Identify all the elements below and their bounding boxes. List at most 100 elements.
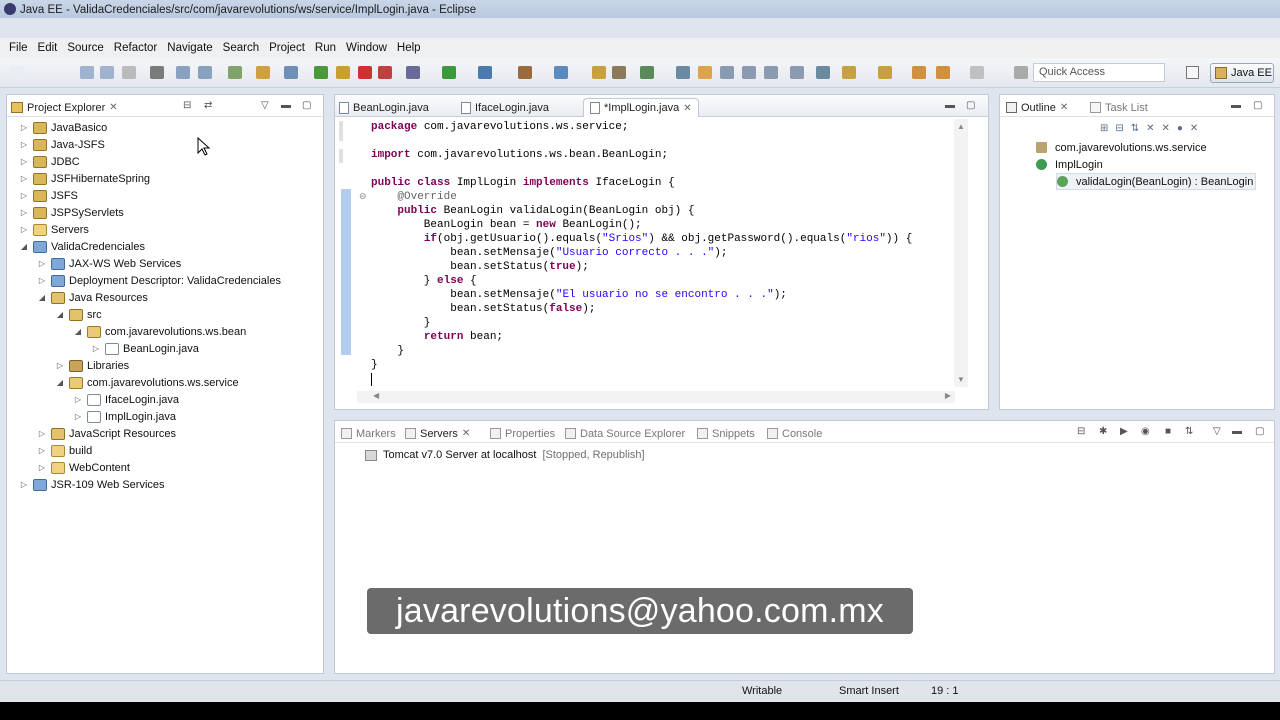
- toggle-mark-icon[interactable]: [676, 66, 690, 79]
- maximize-view-icon[interactable]: ▢: [1255, 426, 1264, 437]
- menu-item-project[interactable]: Project: [264, 42, 310, 54]
- collapsed-arrow-icon[interactable]: ▷: [19, 123, 29, 132]
- collapsed-arrow-icon[interactable]: ▷: [37, 446, 47, 455]
- tree-item[interactable]: ▷ JSFS: [19, 187, 78, 204]
- menu-item-help[interactable]: Help: [392, 42, 426, 54]
- menu-item-file[interactable]: File: [4, 42, 33, 54]
- collapsed-arrow-icon[interactable]: ▷: [37, 276, 47, 285]
- collapsed-arrow-icon[interactable]: ▷: [37, 259, 47, 268]
- maximize-editor-icon[interactable]: ▢: [966, 100, 975, 111]
- vertical-scrollbar[interactable]: ▲ ▼: [954, 119, 968, 387]
- run-icon[interactable]: [442, 66, 456, 79]
- collapsed-arrow-icon[interactable]: ▷: [73, 395, 83, 404]
- collapsed-arrow-icon[interactable]: ▷: [19, 208, 29, 217]
- sync-icon[interactable]: [228, 66, 242, 79]
- tree-item[interactable]: ▷ WebContent: [37, 459, 130, 476]
- highlight-icon[interactable]: [698, 66, 712, 79]
- tab-data-source-explorer[interactable]: Data Source Explorer: [565, 424, 685, 443]
- tree-item[interactable]: ▷ JSPSyServlets: [19, 204, 124, 221]
- print-icon[interactable]: [122, 66, 136, 79]
- save-icon[interactable]: [80, 66, 94, 79]
- outline-item[interactable]: validaLogin(BeanLogin) : BeanLogin: [1056, 173, 1257, 190]
- tab-markers[interactable]: Markers: [341, 424, 396, 443]
- tree-item[interactable]: ▷ build: [37, 442, 92, 459]
- collapse-all-icon[interactable]: ⊟: [183, 100, 191, 111]
- tree-item[interactable]: ▷ JAX-WS Web Services: [37, 255, 181, 272]
- close-tab-icon[interactable]: ✕: [1060, 102, 1068, 113]
- expanded-arrow-icon[interactable]: ◢: [37, 293, 47, 302]
- menu-item-run[interactable]: Run: [310, 42, 341, 54]
- expanded-arrow-icon[interactable]: ◢: [55, 378, 65, 387]
- editor-tab[interactable]: BeanLogin.java: [339, 98, 429, 117]
- collapsed-arrow-icon[interactable]: ▷: [19, 140, 29, 149]
- minimize-view-icon[interactable]: ▬: [1231, 100, 1241, 111]
- whitespace-icon[interactable]: [764, 66, 778, 79]
- server-icon[interactable]: [150, 66, 164, 79]
- expanded-arrow-icon[interactable]: ◢: [73, 327, 83, 336]
- menu-item-window[interactable]: Window: [341, 42, 392, 54]
- disconnect-icon[interactable]: [378, 66, 392, 79]
- new-icon[interactable]: [10, 66, 24, 79]
- view-menu-icon[interactable]: ▽: [1213, 426, 1221, 437]
- block-select-icon[interactable]: [742, 66, 756, 79]
- tab-project-explorer[interactable]: Project Explorer ✕: [11, 98, 118, 117]
- coverage-icon[interactable]: [478, 66, 492, 79]
- debug-icon[interactable]: [406, 66, 420, 79]
- run-server-icon[interactable]: [284, 66, 298, 79]
- tab-outline[interactable]: Outline ✕: [1006, 98, 1068, 117]
- tree-item[interactable]: ◢ ValidaCredenciales: [19, 238, 145, 255]
- collapse-icon[interactable]: ⊟: [1077, 426, 1085, 437]
- menu-item-source[interactable]: Source: [62, 42, 108, 54]
- tab-task-list[interactable]: Task List: [1090, 98, 1148, 117]
- quick-access-input[interactable]: Quick Access: [1033, 63, 1165, 82]
- view-menu-icon[interactable]: ▽: [261, 100, 269, 111]
- close-tab-icon[interactable]: ✕: [109, 102, 117, 113]
- code-area[interactable]: package com.javarevolutions.ws.service; i…: [355, 119, 955, 389]
- tree-item[interactable]: ▷ JavaScript Resources: [37, 425, 176, 442]
- next-annotation2-icon[interactable]: [878, 66, 892, 79]
- refresh-icon[interactable]: [256, 66, 270, 79]
- tab-servers[interactable]: Servers ✕: [405, 424, 470, 443]
- prev-annotation-icon[interactable]: [842, 66, 856, 79]
- perspective-button[interactable]: Java EE: [1210, 63, 1274, 83]
- tree-item[interactable]: ▷ JSFHibernateSpring: [19, 170, 150, 187]
- back-icon[interactable]: [912, 66, 926, 79]
- tree-item[interactable]: ◢ com.javarevolutions.ws.bean: [73, 323, 246, 340]
- tab-snippets[interactable]: Snippets: [697, 424, 755, 443]
- close-tab-icon[interactable]: ✕: [462, 428, 470, 439]
- profile-server-icon[interactable]: ◉: [1141, 426, 1150, 437]
- minimize-view-icon[interactable]: ▬: [1232, 426, 1242, 437]
- save-all-icon[interactable]: [100, 66, 114, 79]
- collapsed-arrow-icon[interactable]: ▷: [19, 480, 29, 489]
- debug-server-icon[interactable]: ✱: [1099, 426, 1107, 437]
- outline-item[interactable]: ImplLogin: [1036, 156, 1103, 173]
- close-tab-icon[interactable]: ✕: [683, 103, 691, 114]
- open-perspective-icon[interactable]: [1186, 66, 1199, 79]
- collapsed-arrow-icon[interactable]: ▷: [73, 412, 83, 421]
- tree-item[interactable]: ▷ Libraries: [55, 357, 129, 374]
- outline-item[interactable]: com.javarevolutions.ws.service: [1036, 139, 1207, 156]
- tree-item[interactable]: ▷ BeanLogin.java: [91, 340, 199, 357]
- menu-item-search[interactable]: Search: [218, 42, 264, 54]
- collapsed-arrow-icon[interactable]: ▷: [19, 225, 29, 234]
- collapsed-arrow-icon[interactable]: ▷: [19, 191, 29, 200]
- collapsed-arrow-icon[interactable]: ▷: [55, 361, 65, 370]
- next-edit-icon[interactable]: [816, 66, 830, 79]
- pin-icon[interactable]: [1014, 66, 1028, 79]
- collapsed-arrow-icon[interactable]: ▷: [19, 174, 29, 183]
- tree-item[interactable]: ◢ Java Resources: [37, 289, 148, 306]
- search-icon[interactable]: [612, 66, 626, 79]
- resume-icon[interactable]: [314, 66, 328, 79]
- tree-item[interactable]: ▷ Servers: [19, 221, 89, 238]
- tree-item[interactable]: ◢ com.javarevolutions.ws.service: [55, 374, 239, 391]
- maximize-view-icon[interactable]: ▢: [1253, 100, 1262, 111]
- server-row[interactable]: Tomcat v7.0 Server at localhost [Stopped…: [365, 447, 645, 463]
- menu-item-refactor[interactable]: Refactor: [109, 42, 162, 54]
- collapsed-arrow-icon[interactable]: ▷: [91, 344, 101, 353]
- minimize-editor-icon[interactable]: ▬: [945, 100, 955, 111]
- tree-item[interactable]: ▷ JavaBasico: [19, 119, 107, 136]
- stop-server-icon[interactable]: ■: [1165, 426, 1171, 437]
- publish-icon[interactable]: ⇅: [1185, 426, 1193, 437]
- tree-item[interactable]: ▷ JSR-109 Web Services: [19, 476, 165, 493]
- tree-item[interactable]: ▷ IfaceLogin.java: [73, 391, 179, 408]
